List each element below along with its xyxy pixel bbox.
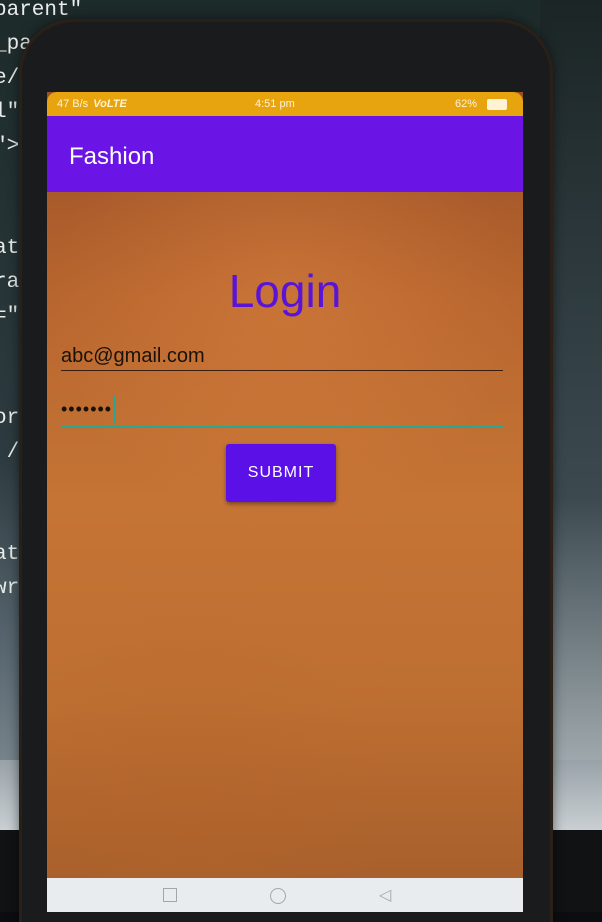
home-icon[interactable]: [270, 888, 286, 904]
network-speed: 47 B/s: [57, 98, 89, 110]
recent-apps-icon[interactable]: [163, 888, 177, 902]
back-icon[interactable]: ◁: [379, 888, 391, 904]
app-title: Fashion: [69, 143, 155, 170]
navigation-bar: ◁: [47, 878, 523, 912]
password-field[interactable]: [61, 392, 503, 428]
status-time: 4:51 pm: [255, 98, 295, 110]
status-bar: 47 B/s VoLTE 4:51 pm 62%: [47, 92, 523, 116]
email-field[interactable]: [61, 342, 503, 371]
login-heading: Login: [228, 265, 342, 317]
network-type: VoLTE: [93, 98, 127, 110]
phone-screen: 47 B/s VoLTE 4:51 pm 62% Fashion Login S…: [47, 92, 523, 912]
signal-indicator: 47 B/s VoLTE: [57, 98, 127, 110]
battery-icon: [487, 99, 507, 110]
battery-level: 62%: [455, 98, 478, 110]
submit-button[interactable]: SUBMIT: [226, 444, 336, 502]
text-cursor: [114, 396, 116, 424]
app-bar: Fashion: [47, 116, 523, 192]
